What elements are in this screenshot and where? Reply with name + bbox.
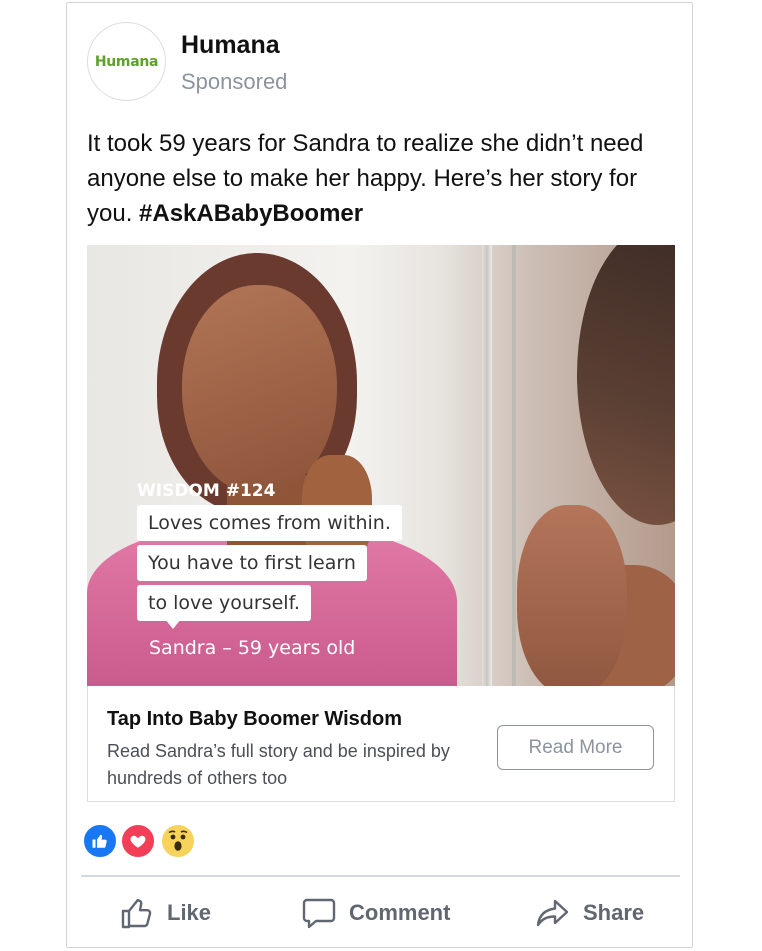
humana-logo: Humana xyxy=(94,53,159,70)
quote-author: Sandra – 59 years old xyxy=(149,637,356,659)
post-text: It took 59 years for Sandra to realize s… xyxy=(87,126,677,231)
sponsored-label[interactable]: Sponsored xyxy=(181,69,287,95)
sponsored-post-card: Humana Humana Sponsored It took 59 years… xyxy=(66,2,693,948)
page-name[interactable]: Humana xyxy=(181,31,280,60)
page-avatar[interactable]: Humana xyxy=(87,22,166,101)
read-more-button[interactable]: Read More xyxy=(497,725,654,770)
quote-line: You have to first learn xyxy=(137,545,367,581)
quote-line: Loves comes from within. xyxy=(137,505,402,541)
comment-icon xyxy=(302,898,336,929)
ad-image[interactable]: WISDOM #124 Loves comes from within. You… xyxy=(87,245,675,686)
wow-reaction-icon xyxy=(161,824,195,858)
comment-button[interactable]: Comment xyxy=(301,893,450,933)
share-button[interactable]: Share xyxy=(535,893,644,933)
like-reaction-icon xyxy=(83,824,117,858)
mirror-frame xyxy=(482,245,492,686)
love-reaction-icon xyxy=(121,824,155,858)
share-arrow-icon xyxy=(536,899,569,927)
reflection-hand xyxy=(517,505,627,686)
link-description: Read Sandra’s full story and be inspired… xyxy=(107,741,450,788)
share-label: Share xyxy=(583,900,645,925)
like-label: Like xyxy=(167,900,212,925)
quote-line: to love yourself. xyxy=(137,585,311,621)
action-divider xyxy=(81,875,680,877)
wisdom-label: WISDOM #124 xyxy=(137,481,276,501)
quote-tail xyxy=(165,619,181,629)
link-preview[interactable]: Tap Into Baby Boomer Wisdom Read Sandra’… xyxy=(87,686,675,802)
hashtag-link[interactable]: #AskABabyBoomer xyxy=(139,200,363,227)
like-button[interactable]: Like xyxy=(119,893,211,933)
link-title[interactable]: Tap Into Baby Boomer Wisdom xyxy=(107,708,402,731)
reflection-head xyxy=(577,245,675,525)
comment-label: Comment xyxy=(349,900,451,925)
mirror-edge xyxy=(512,245,516,686)
thumbs-up-icon xyxy=(121,898,152,929)
